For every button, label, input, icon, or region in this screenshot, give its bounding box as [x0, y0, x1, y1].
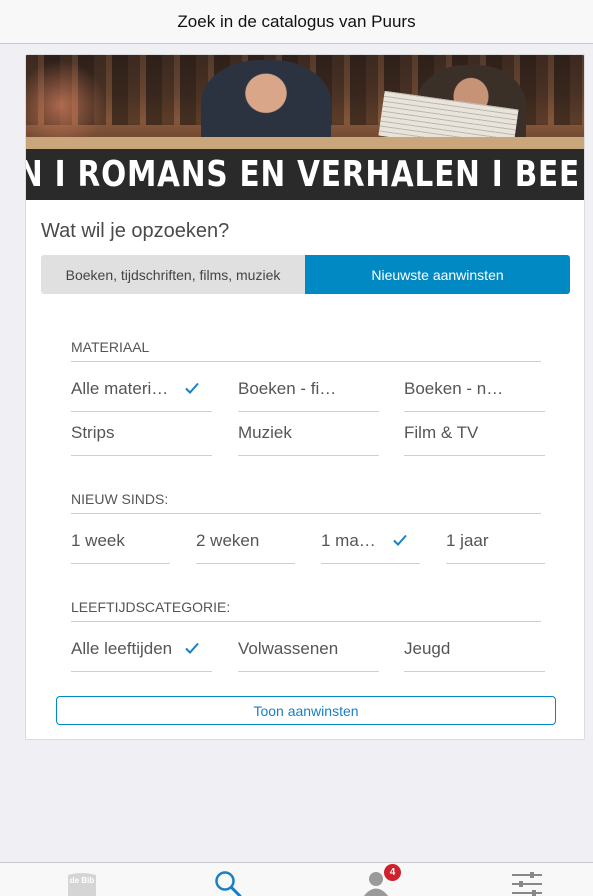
sliders-icon[interactable] — [512, 871, 542, 896]
material-option-music[interactable]: Muziek — [238, 411, 379, 456]
top-navigation-bar: Zoek in de catalogus van Puurs — [0, 0, 593, 44]
option-label: 1 jaar — [446, 531, 489, 550]
option-label: 2 weken — [196, 531, 260, 550]
search-icon[interactable] — [214, 870, 242, 896]
hero-banner: N I ROMANS EN VERHALEN I BEE — [26, 149, 584, 200]
new-since-option-2-weeks[interactable]: 2 weken — [196, 519, 295, 564]
tab-new-acquisitions[interactable]: Nieuwste aanwinsten — [305, 255, 570, 294]
checkmark-icon — [393, 534, 407, 546]
new-since-option-1-month[interactable]: 1 ma… — [321, 519, 420, 564]
option-label: Volwassenen — [238, 639, 339, 658]
material-section-heading: MATERIAAL — [71, 339, 541, 362]
age-option-all[interactable]: Alle leeftijden — [71, 627, 212, 672]
checkmark-icon — [185, 382, 199, 394]
bottom-tab-bar: de Bib — [0, 862, 593, 896]
page-title: Zoek in de catalogus van Puurs — [177, 11, 416, 31]
option-label: Boeken - n… — [404, 379, 504, 398]
search-type-tabs: Boeken, tijdschriften, films, muziek Nie… — [41, 255, 570, 294]
material-option-all[interactable]: Alle materi… — [71, 367, 212, 412]
checkmark-icon — [185, 642, 199, 654]
notification-badge: 4 — [384, 864, 401, 881]
material-option-books-fiction[interactable]: Boeken - fi… — [238, 367, 379, 412]
age-category-section-heading: LEEFTIJDSCATEGORIE: — [71, 599, 541, 622]
option-label: Film & TV — [404, 423, 479, 442]
new-since-option-1-week[interactable]: 1 week — [71, 519, 170, 564]
option-label: Boeken - fi… — [238, 379, 337, 398]
option-label: Strips — [71, 423, 115, 442]
option-label: 1 week — [71, 531, 125, 550]
bib-logo-text: de Bib — [70, 876, 95, 885]
option-label: Alle leeftijden — [71, 639, 173, 658]
material-option-film-tv[interactable]: Film & TV — [404, 411, 545, 456]
show-acquisitions-button[interactable]: Toon aanwinsten — [56, 696, 556, 725]
option-label: Muziek — [238, 423, 292, 442]
material-option-comics[interactable]: Strips — [71, 411, 212, 456]
search-card: N I ROMANS EN VERHALEN I BEE Wat wil je … — [25, 54, 585, 740]
material-option-books-nonfiction[interactable]: Boeken - n… — [404, 367, 545, 412]
bib-logo-icon[interactable]: de Bib — [66, 869, 98, 896]
option-label: Jeugd — [404, 639, 451, 658]
option-label: Alle materi… — [71, 379, 169, 398]
card-title: Wat wil je opzoeken? — [41, 220, 230, 242]
new-since-option-1-year[interactable]: 1 jaar — [446, 519, 545, 564]
hero-image: N I ROMANS EN VERHALEN I BEE — [26, 55, 584, 200]
new-since-section-heading: NIEUW SINDS: — [71, 491, 541, 514]
age-option-adults[interactable]: Volwassenen — [238, 627, 379, 672]
tab-catalog-search[interactable]: Boeken, tijdschriften, films, muziek — [41, 255, 305, 294]
age-option-youth[interactable]: Jeugd — [404, 627, 545, 672]
option-label: 1 ma… — [321, 531, 376, 550]
hero-banner-text: N I ROMANS EN VERHALEN I BEE — [26, 154, 580, 195]
